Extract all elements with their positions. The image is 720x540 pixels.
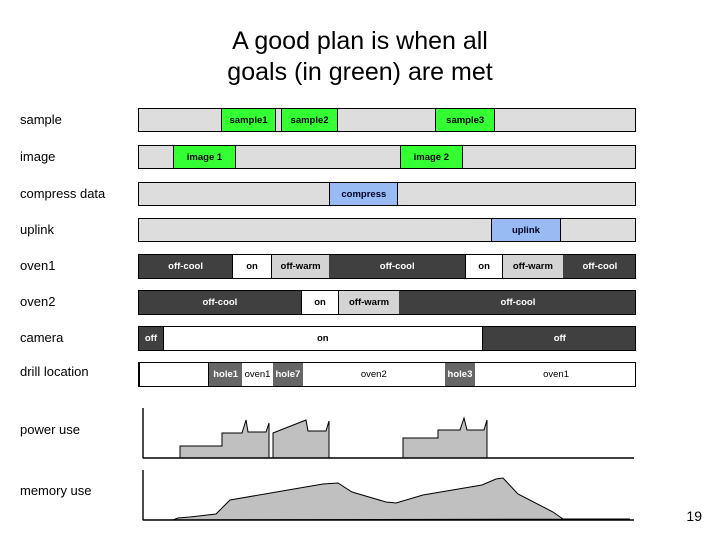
- row-label-oven1: oven1: [20, 258, 56, 273]
- timeline-segment[interactable]: off-cool: [398, 291, 635, 314]
- timeline-segment[interactable]: oven1: [475, 363, 635, 386]
- timeline-segment[interactable]: on: [162, 327, 483, 350]
- timeline-track-compress-data[interactable]: compress: [138, 182, 636, 206]
- row-label-camera: camera: [20, 330, 64, 345]
- plot-canvas: [142, 408, 634, 459]
- row-label-drill-location: drill location: [20, 364, 89, 379]
- resource-plot-memory-use: [138, 462, 638, 524]
- plot-area-series: [142, 410, 630, 459]
- plot-label-power-use: power use: [20, 422, 80, 437]
- timeline-segment[interactable]: image 2: [399, 146, 463, 168]
- timeline-segment[interactable]: sample3: [435, 109, 496, 131]
- timeline-segment[interactable]: uplink: [491, 219, 561, 241]
- title-line-2: goals (in green) are met: [227, 58, 493, 86]
- timeline-track-sample[interactable]: sample1 sample2 sample3: [138, 108, 636, 132]
- timeline-track-drill-location[interactable]: hole1 oven1 hole7 oven2 hole3 oven1: [138, 362, 636, 387]
- plot-canvas: [142, 470, 634, 521]
- plot-area-series: [142, 470, 631, 521]
- timeline-track-image[interactable]: image 1 image 2: [138, 145, 636, 169]
- timeline-segment[interactable]: oven1: [242, 363, 273, 386]
- timeline-segment[interactable]: hole3: [444, 363, 476, 386]
- row-label-oven2: oven2: [20, 294, 56, 309]
- page-title: A good plan is when all goals (in green)…: [60, 26, 660, 88]
- slide-canvas: A good plan is when all goals (in green)…: [0, 0, 720, 540]
- timeline-segment[interactable]: off-warm: [503, 255, 563, 278]
- timeline-track-oven2[interactable]: off-cool on off-warm off-cool: [138, 290, 636, 315]
- timeline-segment[interactable]: [139, 363, 210, 386]
- timeline-segment[interactable]: on: [300, 291, 340, 314]
- row-label-image: image: [20, 149, 56, 164]
- timeline-segment[interactable]: off-cool: [329, 255, 466, 278]
- timeline-segment[interactable]: off: [139, 327, 163, 350]
- timeline-segment[interactable]: off-warm: [271, 255, 330, 278]
- timeline-segment[interactable]: sample1: [221, 109, 276, 131]
- timeline-track-camera[interactable]: off on off: [138, 326, 636, 351]
- timeline-segment[interactable]: off-warm: [339, 291, 399, 314]
- timeline-segment[interactable]: hole7: [272, 363, 303, 386]
- row-label-uplink: uplink: [20, 222, 54, 237]
- timeline-segment[interactable]: off-cool: [562, 255, 635, 278]
- timeline-segment[interactable]: off-cool: [139, 255, 233, 278]
- row-label-sample: sample: [20, 112, 62, 127]
- timeline-segment[interactable]: off: [482, 327, 635, 350]
- row-label-compress-data: compress data: [20, 186, 106, 201]
- timeline-segment[interactable]: compress: [329, 183, 399, 205]
- timeline-segment[interactable]: oven2: [302, 363, 445, 386]
- resource-plot-power-use: [138, 400, 638, 462]
- timeline-segment[interactable]: on: [465, 255, 504, 278]
- timeline-segment[interactable]: off-cool: [139, 291, 301, 314]
- timeline-segment[interactable]: hole1: [209, 363, 243, 386]
- timeline-segment[interactable]: sample2: [280, 109, 339, 131]
- timeline-track-uplink[interactable]: uplink: [138, 218, 636, 242]
- timeline-segment[interactable]: image 1: [172, 146, 237, 168]
- timeline-segment[interactable]: on: [232, 255, 272, 278]
- page-number: 19: [686, 508, 702, 524]
- plot-label-memory-use: memory use: [20, 483, 92, 498]
- timeline-track-oven1[interactable]: off-cool on off-warm off-cool on off-warm off-…: [138, 254, 636, 279]
- title-line-1: A good plan is when all: [232, 27, 488, 55]
